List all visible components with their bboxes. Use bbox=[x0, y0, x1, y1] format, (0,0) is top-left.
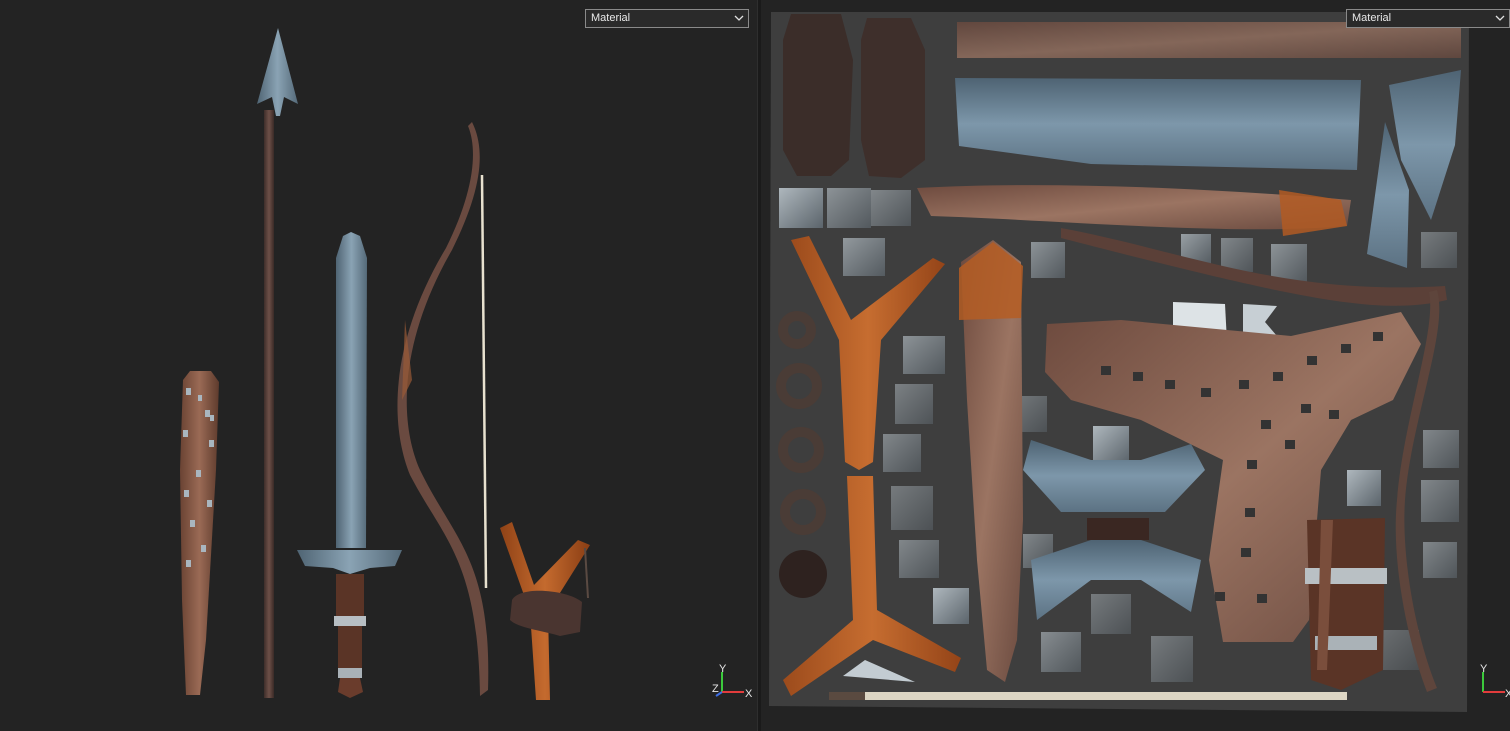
axis-y-label: Y bbox=[1480, 663, 1488, 675]
weapons-3d-scene bbox=[180, 28, 590, 700]
chevron-down-icon bbox=[1495, 15, 1505, 21]
chevron-down-icon bbox=[734, 15, 744, 21]
axis-gizmo-icon: Y X Z bbox=[712, 663, 753, 698]
material-select-value: Material bbox=[1352, 12, 1392, 24]
bow-model[interactable] bbox=[397, 122, 489, 696]
axis-x-label: X bbox=[1505, 688, 1510, 698]
slingshot-model[interactable] bbox=[500, 522, 590, 700]
axis-x-label: X bbox=[745, 688, 753, 698]
material-select-value: Material bbox=[591, 12, 631, 24]
axis-gizmo-icon: Y X bbox=[1480, 663, 1510, 698]
texture-viewport[interactable]: Material Y X bbox=[761, 0, 1510, 731]
sword-model[interactable] bbox=[297, 232, 402, 698]
uv-texture-sheet bbox=[769, 12, 1469, 712]
material-select[interactable]: Material bbox=[1346, 9, 1510, 28]
club-model[interactable] bbox=[180, 371, 219, 695]
material-select[interactable]: Material bbox=[585, 9, 749, 28]
viewport-3d[interactable]: Material Y X Z bbox=[0, 0, 757, 731]
spear-model[interactable] bbox=[257, 28, 298, 698]
axis-y-label: Y bbox=[719, 663, 727, 675]
axis-z-label: Z bbox=[712, 683, 719, 695]
